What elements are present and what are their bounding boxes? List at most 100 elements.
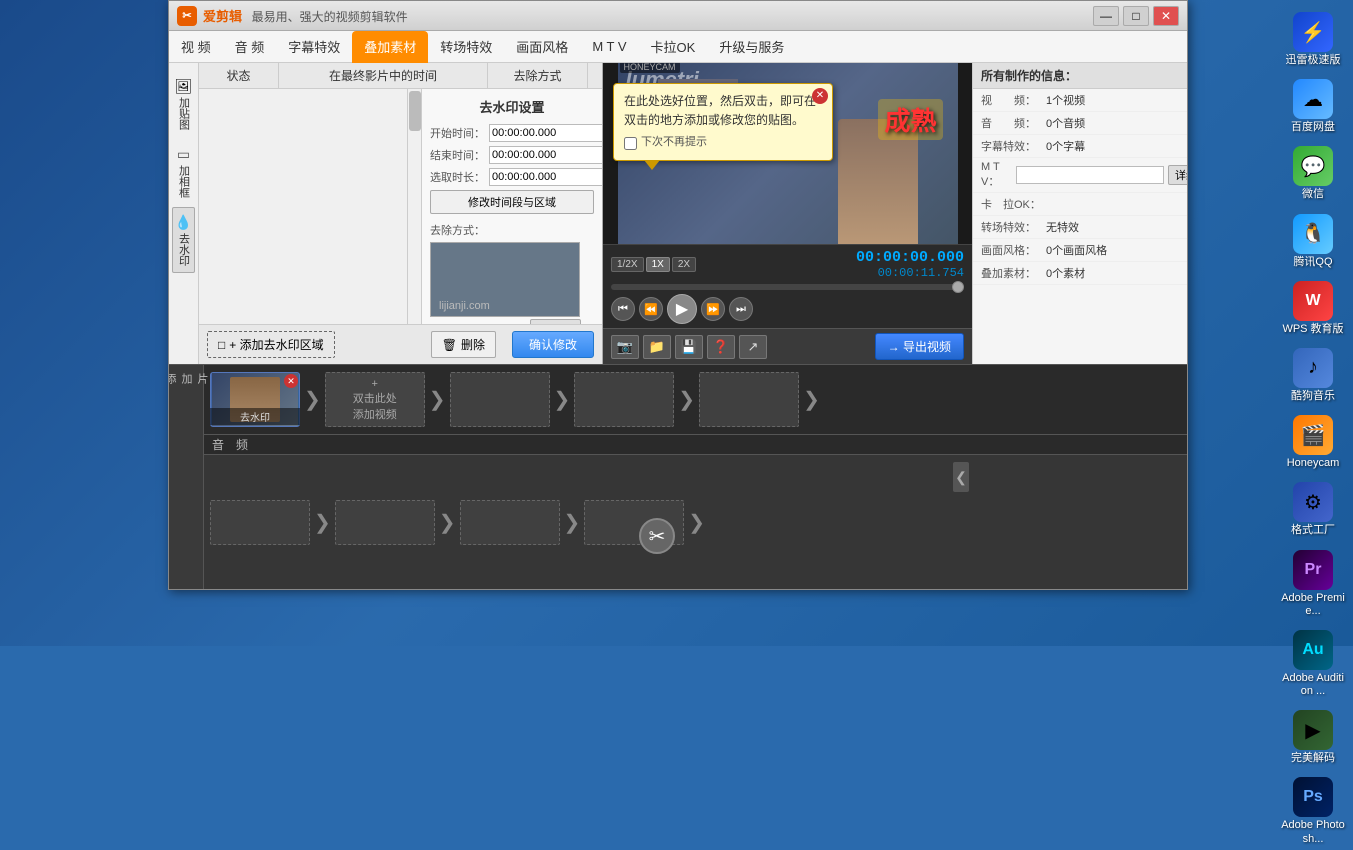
preview-container: lijianji.com 模糊式 ▼ bbox=[430, 242, 594, 324]
skip-back-button[interactable]: ⏮ bbox=[611, 297, 635, 321]
expand-arrow-button[interactable]: ❮ bbox=[953, 462, 969, 492]
help-button[interactable]: ❓ bbox=[707, 335, 735, 359]
desktop-icon-premiere[interactable]: Pr Adobe Premie... bbox=[1277, 546, 1349, 622]
info-val-subtitle: 0个字幕 bbox=[1046, 138, 1085, 154]
desktop-icon-photoshop[interactable]: Ps Adobe Photosh... bbox=[1277, 773, 1349, 849]
wm-settings-title: 去水印设置 bbox=[430, 97, 594, 116]
speed-2x[interactable]: 2X bbox=[672, 257, 696, 272]
tool-add-image[interactable]: 🖼 加贴图 bbox=[172, 71, 196, 137]
save-button[interactable]: 💾 bbox=[675, 335, 703, 359]
mode-row: 模糊式 ▼ bbox=[430, 319, 594, 324]
audio-slot-3[interactable] bbox=[460, 500, 560, 545]
menu-karaoke[interactable]: 卡拉OK bbox=[639, 31, 708, 63]
start-time-input[interactable] bbox=[489, 124, 602, 142]
menu-transition[interactable]: 转场特效 bbox=[428, 31, 504, 63]
app-subtitle: 最易用、强大的视频剪辑软件 bbox=[252, 10, 408, 24]
progress-bar[interactable] bbox=[611, 284, 964, 290]
duration-label: 选取时长： bbox=[430, 169, 485, 185]
add-watermark-button[interactable]: □ + 添加去水印区域 bbox=[207, 331, 335, 358]
empty-slot-3[interactable] bbox=[574, 372, 674, 427]
rewind-button[interactable]: ⏪ bbox=[639, 297, 663, 321]
menu-style[interactable]: 画面风格 bbox=[504, 31, 580, 63]
empty-slot-4[interactable] bbox=[699, 372, 799, 427]
skip-forward-button[interactable]: ⏭ bbox=[729, 297, 753, 321]
mode-button[interactable]: 模糊式 bbox=[530, 319, 581, 324]
desktop-icon-wechat[interactable]: 💬 微信 bbox=[1277, 142, 1349, 205]
list-scrollbar[interactable] bbox=[407, 89, 421, 324]
menu-subtitle[interactable]: 字幕特效 bbox=[276, 31, 352, 63]
col-remove: 去除方式 bbox=[488, 63, 588, 88]
export-video-button[interactable]: → 导出视频 bbox=[875, 333, 964, 360]
clip-close-button[interactable]: ✕ bbox=[284, 374, 298, 388]
delete-button[interactable]: 🗑 删除 bbox=[431, 331, 496, 358]
menu-audio[interactable]: 音 频 bbox=[223, 31, 277, 63]
close-button[interactable]: ✕ bbox=[1153, 6, 1179, 26]
mtv-input[interactable] bbox=[1016, 166, 1164, 184]
tool-add-frame[interactable]: ▭ 加相框 bbox=[173, 139, 195, 205]
desktop-icon-qq[interactable]: 🐧 腾讯QQ bbox=[1277, 210, 1349, 273]
desktop-icon-audition[interactable]: Au Adobe Audition ... bbox=[1277, 626, 1349, 702]
info-val-overlay: 0个素材 bbox=[1046, 265, 1085, 281]
share-button[interactable]: ↗ bbox=[739, 335, 767, 359]
audio-slot-2[interactable] bbox=[335, 500, 435, 545]
wechat-icon: 💬 bbox=[1293, 146, 1333, 186]
scissors-button[interactable]: ✂ bbox=[639, 518, 675, 554]
timeline-area: 已添加片段 ✕ 去水印 ❯ bbox=[169, 364, 1187, 589]
baiduyun-icon: ☁ bbox=[1293, 79, 1333, 119]
screenshot-button[interactable]: 📷 bbox=[611, 335, 639, 359]
folder-button[interactable]: 📁 bbox=[643, 335, 671, 359]
desktop-icon-thunderspeed[interactable]: ⚡ 迅雷极速版 bbox=[1277, 8, 1349, 71]
audio-track: ❯ ❯ ❯ ❯ bbox=[204, 455, 1187, 589]
fastforward-button[interactable]: ⏩ bbox=[701, 297, 725, 321]
play-button[interactable]: ▶ bbox=[667, 294, 697, 324]
end-time-input[interactable] bbox=[489, 146, 602, 164]
scrollbar-thumb[interactable] bbox=[409, 91, 421, 131]
desktop-icon-honeycam[interactable]: 🎬 Honeycam bbox=[1277, 411, 1349, 474]
info-val-style: 0个画面风格 bbox=[1046, 242, 1107, 258]
remove-mode-label: 去除方式： bbox=[430, 222, 594, 238]
menu-overlay[interactable]: 叠加素材 bbox=[352, 31, 428, 63]
premiere-icon: Pr bbox=[1293, 550, 1333, 590]
kugou-icon: ♪ bbox=[1293, 348, 1333, 388]
tooltip-arrow bbox=[644, 160, 660, 170]
audio-slot-1[interactable] bbox=[210, 500, 310, 545]
desktop-icon-wanjie[interactable]: ▶ 完美解码 bbox=[1277, 706, 1349, 769]
desktop-icon-formatfactory[interactable]: ⚙ 格式工厂 bbox=[1277, 478, 1349, 541]
tool-watermark[interactable]: 💧 去水印 bbox=[172, 207, 195, 273]
info-panel-title: 所有制作的信息： bbox=[973, 63, 1187, 89]
end-time-label: 结束时间： bbox=[430, 147, 485, 163]
time-main: 00:00:00.000 bbox=[856, 249, 964, 266]
thunderspeed-label: 迅雷极速版 bbox=[1286, 54, 1341, 67]
tooltip-close-button[interactable]: ✕ bbox=[812, 88, 828, 104]
maximize-button[interactable]: □ bbox=[1123, 6, 1149, 26]
desktop-icon-wps[interactable]: W WPS 教育版 bbox=[1277, 277, 1349, 340]
menu-upgrade[interactable]: 升级与服务 bbox=[707, 31, 796, 63]
time-display: 00:00:00.000 00:00:11.754 bbox=[856, 249, 964, 280]
speed-half[interactable]: 1/2X bbox=[611, 257, 644, 272]
minimize-button[interactable]: — bbox=[1093, 6, 1119, 26]
timeline-left-label-area: 已添加片段 bbox=[169, 365, 204, 589]
desktop-icon-kugou[interactable]: ♪ 酷狗音乐 bbox=[1277, 344, 1349, 407]
qq-icon: 🐧 bbox=[1293, 214, 1333, 254]
arrow-5: ❯ bbox=[803, 387, 820, 412]
empty-slot-2[interactable] bbox=[450, 372, 550, 427]
left-sidebar: 🖼 加贴图 ▭ 加相框 💧 去水印 bbox=[169, 63, 199, 364]
tooltip-checkbox[interactable] bbox=[624, 137, 637, 150]
info-key-karaoke: 卡 拉OK： bbox=[981, 196, 1046, 212]
baiduyun-label: 百度网盘 bbox=[1291, 121, 1335, 134]
info-key-style: 画面风格： bbox=[981, 242, 1046, 258]
menu-video[interactable]: 视 频 bbox=[169, 31, 223, 63]
info-row-karaoke: 卡 拉OK： bbox=[973, 193, 1187, 216]
table-header: 状态 在最终影片中的时间 去除方式 bbox=[199, 63, 602, 89]
confirm-button[interactable]: 确认修改 bbox=[512, 331, 594, 358]
start-time-field: 开始时间： bbox=[430, 124, 594, 142]
desktop-icon-baiduyun[interactable]: ☁ 百度网盘 bbox=[1277, 75, 1349, 138]
add-video-slot-1[interactable]: + 双击此处 添加视频 bbox=[325, 372, 425, 427]
duration-input[interactable] bbox=[489, 168, 602, 186]
detail-button[interactable]: 详细 bbox=[1168, 165, 1187, 185]
modify-timerange-button[interactable]: 修改时间段与区域 bbox=[430, 190, 594, 214]
progress-thumb[interactable] bbox=[952, 281, 964, 293]
menu-mtv[interactable]: M T V bbox=[580, 31, 638, 63]
speed-1x[interactable]: 1X bbox=[646, 257, 670, 272]
player-section: 1/2X 1X 2X 00:00:00.000 00:00:11.754 bbox=[603, 244, 972, 328]
